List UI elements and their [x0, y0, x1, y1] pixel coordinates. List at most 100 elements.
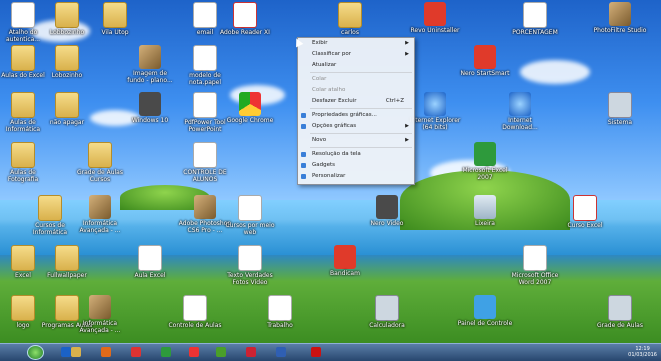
- desktop-icon[interactable]: Internet Download...: [485, 92, 555, 131]
- start-button[interactable]: [27, 345, 44, 360]
- desktop-icon[interactable]: PhotoFiltre Studio: [585, 2, 655, 34]
- desktop-icon-label: PORCENTAGEM: [512, 29, 558, 36]
- desktop-icon[interactable]: Aula Excel: [115, 245, 185, 279]
- desktop-icon[interactable]: CONTROLE DE ALUNOS: [170, 142, 240, 183]
- menu-item[interactable]: Colar atalho: [298, 85, 414, 96]
- word-icon: [276, 347, 286, 357]
- desktop-icon-label: Nero StartSmart: [460, 70, 510, 77]
- taskbar-button[interactable]: [122, 345, 150, 360]
- menu-item-label: Desfazer Excluir: [312, 98, 357, 104]
- desktop-icon-label: Bandicam: [330, 270, 360, 277]
- taskbar-button[interactable]: [302, 345, 330, 360]
- taskbar-button[interactable]: [92, 345, 120, 360]
- desktop-icon-label: Cursos por meio web: [225, 222, 275, 236]
- menu-item-label: Atualizar: [312, 62, 337, 68]
- taskbar-button[interactable]: [267, 345, 295, 360]
- doc-icon: [193, 142, 217, 168]
- ico-calc-icon: [608, 92, 632, 118]
- doc-icon: [138, 245, 162, 271]
- menu-separator: [310, 147, 412, 148]
- desktop-icon[interactable]: Revo Uninstaller: [400, 2, 470, 34]
- menu-item-label: Colar atalho: [312, 87, 346, 93]
- ico-photo-icon: [194, 195, 216, 219]
- menu-item-label: Propriedades gráficas...: [312, 112, 377, 118]
- desktop-icon-label: CONTROLE DE ALUNOS: [183, 169, 227, 183]
- desktop-icon[interactable]: Grade de Aulas: [585, 295, 655, 329]
- desktop-icon[interactable]: Adobe Reader XI: [210, 2, 280, 36]
- folder-icon: [55, 45, 79, 71]
- desktop-icon-label: Google Chrome: [226, 117, 274, 124]
- taskbar-button[interactable]: [180, 345, 208, 360]
- desktop-icon[interactable]: Calculadora: [352, 295, 422, 329]
- desktop-icon[interactable]: Informática Avançada - ...: [65, 195, 135, 234]
- menu-item[interactable]: Resolução da tela: [298, 149, 414, 160]
- desktop-icon[interactable]: Controle de Aulas: [160, 295, 230, 329]
- desktop[interactable]: Atalho do autentica... Lobbozinho Vila Uto…: [0, 0, 661, 343]
- menu-item[interactable]: Desfazer Excluir Ctrl+Z: [298, 96, 414, 107]
- taskbar-button[interactable]: [237, 345, 265, 360]
- desktop-icon-label: carlos: [341, 29, 359, 36]
- desktop-icon[interactable]: Curso Excel: [550, 195, 620, 229]
- desktop-icon-label: Fullwallpaper: [47, 272, 87, 279]
- desktop-icon[interactable]: Lobozinho: [32, 45, 102, 79]
- menu-item[interactable]: Novo ▶: [298, 135, 414, 146]
- desktop-icon-label: PhotoFiltre Studio: [593, 27, 647, 34]
- folder-icon: [38, 195, 62, 221]
- desktop-icon[interactable]: Texto Verdades Fotos Vídeo: [215, 245, 285, 286]
- menu-item-label: Personalizar: [312, 173, 346, 179]
- menu-item[interactable]: Colar: [298, 74, 414, 85]
- desktop-icon[interactable]: Lixeira: [450, 195, 520, 227]
- menu-item[interactable]: Opções gráficas ▶: [298, 121, 414, 132]
- desktop-icon[interactable]: Sistema: [585, 92, 655, 126]
- taskbar-button[interactable]: [62, 345, 90, 360]
- taskbar-button[interactable]: [152, 345, 180, 360]
- desktop-icon-label: Lixeira: [475, 220, 495, 227]
- menu-item[interactable]: Personalizar: [298, 171, 414, 182]
- doc-icon: [238, 195, 262, 221]
- desktop-icon-label: Painel de Controle: [457, 320, 513, 327]
- ie-icon: [424, 92, 446, 116]
- desktop-icon[interactable]: Nero Video: [352, 195, 422, 227]
- doc-icon: [523, 2, 547, 28]
- desktop-icon[interactable]: Trabalho: [245, 295, 315, 329]
- desktop-icon[interactable]: Vila Utop: [80, 2, 150, 36]
- ico-calc-icon: [375, 295, 399, 321]
- desktop-icon[interactable]: Bandicam: [310, 245, 380, 277]
- desktop-icon-label: Adobe Reader XI: [220, 29, 270, 36]
- menu-item[interactable]: Propriedades gráficas...: [298, 110, 414, 121]
- desktop-icon[interactable]: Google Chrome: [215, 92, 285, 124]
- clock-date: 01/03/2016: [628, 352, 657, 358]
- desktop-icon[interactable]: modelo de nota.papel: [170, 45, 240, 86]
- desktop-icon[interactable]: Nero StartSmart: [450, 45, 520, 77]
- desktop-icon[interactable]: Informática Avançada - ...: [65, 295, 135, 334]
- desktop-icon[interactable]: Aulas de Fotografia: [0, 142, 58, 183]
- desktop-icon[interactable]: Microsoft Office Word 2007: [500, 245, 570, 286]
- desktop-icon-label: Grade de Aulas Cursos: [77, 169, 123, 183]
- clock[interactable]: 12:19 01/03/2016: [628, 346, 657, 358]
- menu-item[interactable]: Exibir ▶: [298, 38, 414, 49]
- desktop-icon[interactable]: Microsoft Excel 2007: [450, 142, 520, 181]
- desktop-icon[interactable]: PORCENTAGEM: [500, 2, 570, 36]
- menu-item-icon: [301, 163, 306, 168]
- taskbar-button[interactable]: [207, 345, 235, 360]
- desktop-icon[interactable]: não apagar: [32, 92, 102, 126]
- menu-item[interactable]: Gadgets: [298, 160, 414, 171]
- ico-trash-icon: [474, 195, 496, 219]
- menu-item[interactable]: Atualizar: [298, 60, 414, 71]
- desktop-icon[interactable]: Painel de Controle: [450, 295, 520, 327]
- chrome-icon: [189, 347, 199, 357]
- desktop-icon-label: Nero Video: [370, 220, 404, 227]
- red-icon: [474, 45, 496, 69]
- desktop-icon[interactable]: carlos: [315, 2, 385, 36]
- folder-icon: [55, 245, 79, 271]
- desktop-icon[interactable]: Grade de Aulas Cursos: [65, 142, 135, 183]
- desktop-icon[interactable]: Cursos por meio web: [215, 195, 285, 236]
- doc-icon: [238, 245, 262, 271]
- menu-item[interactable]: Classificar por ▶: [298, 49, 414, 60]
- ie-icon: [509, 92, 531, 116]
- menu-separator: [310, 108, 412, 109]
- desktop-icon[interactable]: Fullwallpaper: [32, 245, 102, 279]
- taskbar: 12:19 01/03/2016: [0, 343, 661, 361]
- menu-item-icon: [301, 124, 306, 129]
- doc-icon: [183, 295, 207, 321]
